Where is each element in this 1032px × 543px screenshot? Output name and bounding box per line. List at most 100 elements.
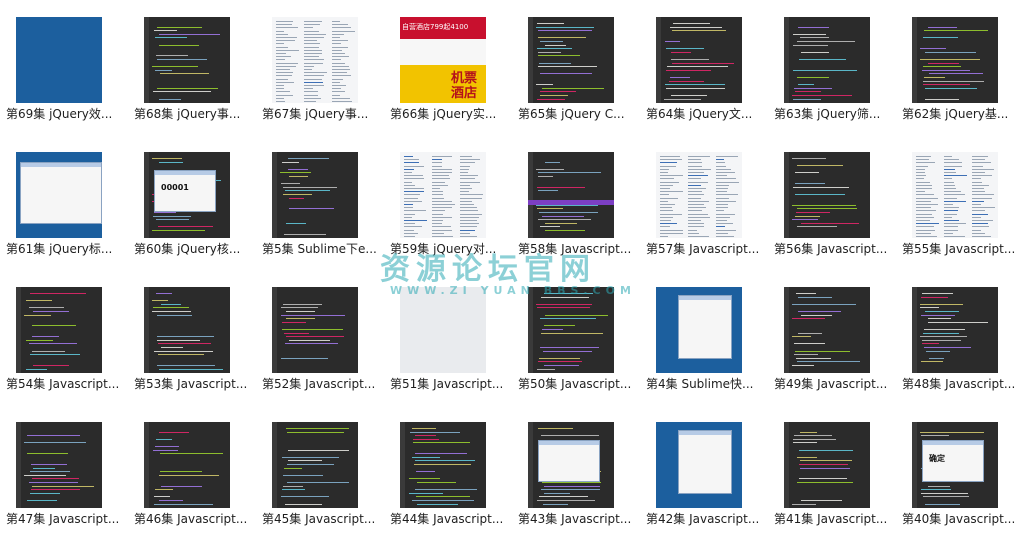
video-title[interactable]: 第46集 Javascript... xyxy=(134,512,256,526)
video-title[interactable]: 第47集 Javascript... xyxy=(6,512,128,526)
video-tile[interactable]: 第64集 jQuery文... xyxy=(640,0,768,121)
video-title[interactable]: 第52集 Javascript... xyxy=(262,377,384,391)
video-tile[interactable]: 第57集 Javascript... xyxy=(640,135,768,256)
video-thumbnail[interactable] xyxy=(272,422,358,508)
video-title[interactable]: 第65集 jQuery C... xyxy=(518,107,640,121)
video-tile[interactable]: 第62集 jQuery基... xyxy=(896,0,1024,121)
video-title[interactable]: 第42集 Javascript... xyxy=(646,512,768,526)
video-tile[interactable]: 第49集 Javascript... xyxy=(768,270,896,391)
video-tile[interactable]: 第52集 Javascript... xyxy=(256,270,384,391)
video-tile[interactable]: 第44集 Javascript... xyxy=(384,405,512,526)
video-title[interactable]: 第40集 Javascript... xyxy=(902,512,1024,526)
video-thumbnail[interactable] xyxy=(528,152,614,238)
video-thumbnail[interactable] xyxy=(912,152,998,238)
video-thumbnail[interactable] xyxy=(912,287,998,373)
video-thumbnail[interactable]: 自营酒店799起4100 机票酒店 xyxy=(400,17,486,103)
video-title[interactable]: 第61集 jQuery标... xyxy=(6,242,128,256)
video-tile[interactable]: 第59集 jQuery对... xyxy=(384,135,512,256)
video-tile[interactable]: 第45集 Javascript... xyxy=(256,405,384,526)
video-tile[interactable]: 第53集 Javascript... xyxy=(128,270,256,391)
promo-badge: 机票酒店 xyxy=(450,71,477,101)
video-thumbnail[interactable] xyxy=(16,152,102,238)
video-thumbnail[interactable] xyxy=(272,152,358,238)
video-title[interactable]: 第62集 jQuery基... xyxy=(902,107,1024,121)
video-tile[interactable]: 第67集 jQuery事... xyxy=(256,0,384,121)
video-title[interactable]: 第56集 Javascript... xyxy=(774,242,896,256)
video-thumbnail[interactable] xyxy=(656,287,742,373)
video-thumbnail[interactable]: 00001 xyxy=(144,152,230,238)
video-thumbnail[interactable] xyxy=(16,287,102,373)
video-thumbnail[interactable] xyxy=(400,152,486,238)
video-title[interactable]: 第49集 Javascript... xyxy=(774,377,896,391)
video-title[interactable]: 第5集 Sublime下e... xyxy=(262,242,384,256)
video-tile[interactable]: 第51集 Javascript... xyxy=(384,270,512,391)
video-thumbnail[interactable] xyxy=(784,17,870,103)
video-thumbnail[interactable] xyxy=(784,152,870,238)
video-tile[interactable]: 自营酒店799起4100 机票酒店第66集 jQuery实... xyxy=(384,0,512,121)
video-tile[interactable]: 第43集 Javascript... xyxy=(512,405,640,526)
video-title[interactable]: 第44集 Javascript... xyxy=(390,512,512,526)
video-title[interactable]: 第67集 jQuery事... xyxy=(262,107,384,121)
video-thumbnail-grid: 第69集 jQuery效... 第68集 jQuery事... 第67集 jQuer… xyxy=(0,0,1032,543)
video-tile[interactable]: 00001 第60集 jQuery核... xyxy=(128,135,256,256)
video-tile[interactable]: 第42集 Javascript... xyxy=(640,405,768,526)
video-title[interactable]: 第69集 jQuery效... xyxy=(6,107,128,121)
video-thumbnail[interactable] xyxy=(784,287,870,373)
video-tile[interactable]: 第68集 jQuery事... xyxy=(128,0,256,121)
video-title[interactable]: 第60集 jQuery核... xyxy=(134,242,256,256)
video-thumbnail[interactable] xyxy=(272,17,358,103)
video-thumbnail[interactable] xyxy=(144,422,230,508)
video-title[interactable]: 第43集 Javascript... xyxy=(518,512,640,526)
video-thumbnail[interactable] xyxy=(656,152,742,238)
video-thumbnail[interactable] xyxy=(912,17,998,103)
video-tile[interactable]: 第55集 Javascript... xyxy=(896,135,1024,256)
video-tile[interactable]: 第61集 jQuery标... xyxy=(0,135,128,256)
video-thumbnail[interactable]: 确定 xyxy=(912,422,998,508)
video-thumbnail[interactable] xyxy=(528,287,614,373)
video-title[interactable]: 第51集 Javascript... xyxy=(390,377,512,391)
video-thumbnail[interactable] xyxy=(272,287,358,373)
video-tile[interactable]: 第65集 jQuery C... xyxy=(512,0,640,121)
video-tile[interactable]: 第54集 Javascript... xyxy=(0,270,128,391)
video-title[interactable]: 第59集 jQuery对... xyxy=(390,242,512,256)
video-thumbnail[interactable] xyxy=(400,422,486,508)
video-thumbnail[interactable] xyxy=(528,422,614,508)
banner-text: 自营酒店799起4100 xyxy=(402,23,469,31)
video-title[interactable]: 第45集 Javascript... xyxy=(262,512,384,526)
video-thumbnail[interactable] xyxy=(16,422,102,508)
video-title[interactable]: 第50集 Javascript... xyxy=(518,377,640,391)
video-tile[interactable]: 第56集 Javascript... xyxy=(768,135,896,256)
video-tile[interactable]: 第48集 Javascript... xyxy=(896,270,1024,391)
video-tile[interactable]: 第63集 jQuery筛... xyxy=(768,0,896,121)
video-title[interactable]: 第48集 Javascript... xyxy=(902,377,1024,391)
video-tile[interactable]: 第4集 Sublime快... xyxy=(640,270,768,391)
video-thumbnail[interactable] xyxy=(656,422,742,508)
video-title[interactable]: 第57集 Javascript... xyxy=(646,242,768,256)
video-title[interactable]: 第4集 Sublime快... xyxy=(646,377,768,391)
video-title[interactable]: 第66集 jQuery实... xyxy=(390,107,512,121)
video-title[interactable]: 第64集 jQuery文... xyxy=(646,107,768,121)
video-thumbnail[interactable] xyxy=(400,287,486,373)
video-thumbnail[interactable] xyxy=(784,422,870,508)
video-thumbnail[interactable] xyxy=(144,287,230,373)
video-title[interactable]: 第41集 Javascript... xyxy=(774,512,896,526)
video-tile[interactable]: 第5集 Sublime下e... xyxy=(256,135,384,256)
video-thumbnail[interactable] xyxy=(144,17,230,103)
video-thumbnail[interactable] xyxy=(528,17,614,103)
video-tile[interactable]: 第50集 Javascript... xyxy=(512,270,640,391)
video-tile[interactable]: 第41集 Javascript... xyxy=(768,405,896,526)
video-title[interactable]: 第54集 Javascript... xyxy=(6,377,128,391)
video-title[interactable]: 第53集 Javascript... xyxy=(134,377,256,391)
video-tile[interactable]: 确定第40集 Javascript... xyxy=(896,405,1024,526)
video-tile[interactable]: 第46集 Javascript... xyxy=(128,405,256,526)
video-title[interactable]: 第63集 jQuery筛... xyxy=(774,107,896,121)
video-tile[interactable]: 第47集 Javascript... xyxy=(0,405,128,526)
video-tile[interactable]: 第58集 Javascript... xyxy=(512,135,640,256)
dialog-text: 确定 xyxy=(929,454,945,463)
video-thumbnail[interactable] xyxy=(656,17,742,103)
video-thumbnail[interactable] xyxy=(16,17,102,103)
video-title[interactable]: 第58集 Javascript... xyxy=(518,242,640,256)
video-tile[interactable]: 第69集 jQuery效... xyxy=(0,0,128,121)
video-title[interactable]: 第68集 jQuery事... xyxy=(134,107,256,121)
video-title[interactable]: 第55集 Javascript... xyxy=(902,242,1024,256)
